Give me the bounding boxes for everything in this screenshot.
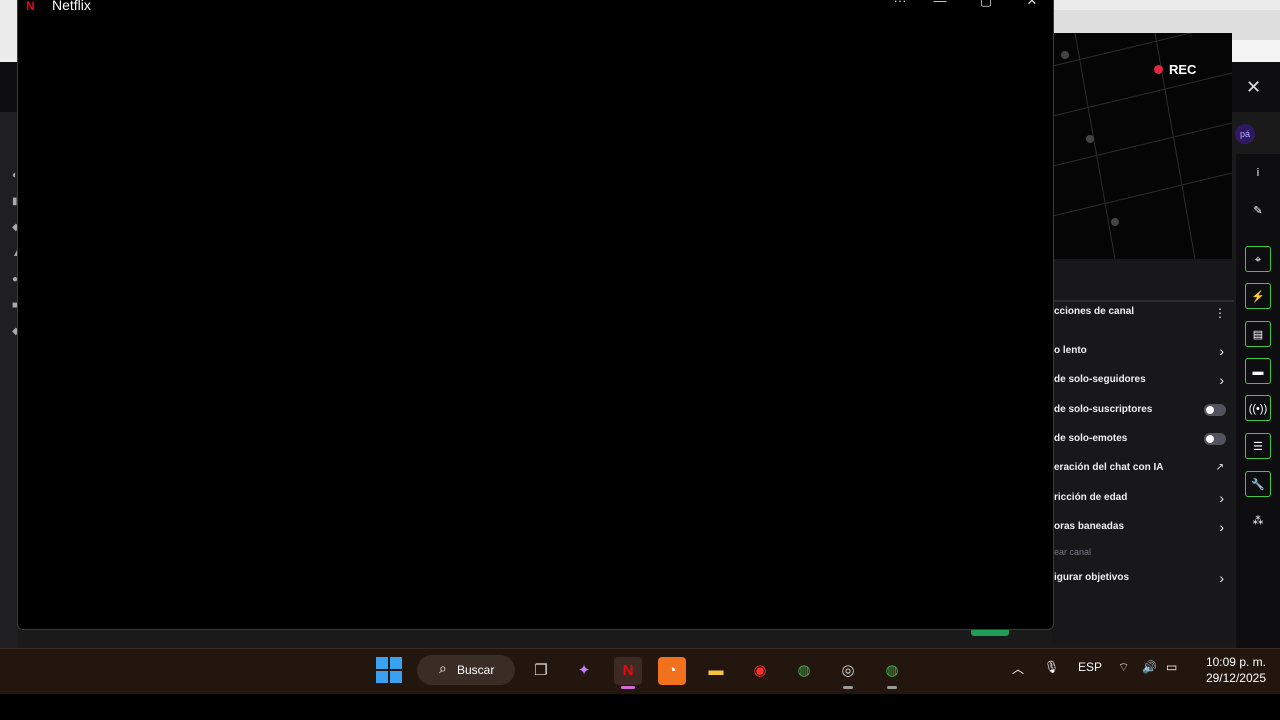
netflix-app-icon[interactable]: N	[614, 657, 642, 689]
more-options-icon[interactable]: ⋮	[1214, 306, 1226, 320]
copilot-icon[interactable]: ✦	[570, 657, 598, 685]
more-options-button[interactable]: ···	[880, 0, 920, 15]
chat-setting-label: igurar objetivos	[1054, 572, 1130, 583]
chevron-right-icon: ›	[1219, 343, 1224, 359]
toggle-switch[interactable]	[1204, 433, 1226, 445]
chat-setting-row[interactable]: o lento ›	[1054, 340, 1230, 362]
chevron-right-icon: ›	[1219, 372, 1224, 388]
chat-setting-row[interactable]: de solo-emotes	[1054, 428, 1230, 450]
close-window-button[interactable]: ✕	[1012, 0, 1052, 15]
info-icon[interactable]: i	[1245, 160, 1271, 186]
chat-setting-row[interactable]: igurar objetivos ›	[1054, 567, 1230, 589]
microphone-icon[interactable]: 🎙	[1044, 660, 1059, 674]
chat-setting-label: o lento	[1054, 345, 1087, 356]
chat-setting-row[interactable]: de solo-suscriptores	[1054, 399, 1230, 421]
windows-start-icon[interactable]	[376, 657, 402, 683]
chat-setting-row[interactable]: eración del chat con IA ↗	[1054, 457, 1230, 479]
clock-date: 29/12/2025	[1205, 671, 1266, 685]
wrench-icon[interactable]: 🔧	[1245, 471, 1271, 497]
chat-setting-label: ricción de edad	[1054, 492, 1128, 503]
language-indicator[interactable]: ESP	[1078, 660, 1102, 674]
pencil-icon[interactable]: ✎	[1245, 198, 1271, 224]
system-clock[interactable]: 10:09 p. m. 29/12/2025	[1196, 654, 1266, 686]
chat-setting-row[interactable]: de solo-seguidores ›	[1054, 369, 1230, 391]
chat-setting-label: eración del chat con IA	[1054, 462, 1164, 473]
focus-icon[interactable]: ⌖	[1245, 246, 1271, 272]
chrome-profile-icon[interactable]: ◍	[878, 657, 906, 689]
rec-label: REC	[1169, 62, 1197, 77]
volume-icon[interactable]: 🔊	[1142, 660, 1157, 674]
obs-studio-icon[interactable]: ◎	[834, 657, 862, 689]
clock-time: 10:09 p. m.	[1205, 655, 1266, 669]
chat-setting-label: de solo-emotes	[1054, 433, 1128, 444]
panel-title: cciones de canal	[1054, 306, 1135, 317]
avatar[interactable]: pá	[1235, 124, 1255, 144]
wifi-icon[interactable]: ⌔	[1118, 660, 1129, 675]
layout-icon[interactable]: ☰	[1245, 433, 1271, 459]
close-icon[interactable]: ✕	[1246, 77, 1261, 98]
search-label: Buscar	[457, 663, 495, 677]
chevron-right-icon: ›	[1219, 519, 1224, 535]
external-link-icon: ↗	[1215, 462, 1224, 473]
chrome-icon[interactable]: ◍	[790, 657, 818, 685]
record-dot-icon	[1154, 65, 1163, 74]
maximize-button[interactable]: ▢	[966, 0, 1006, 15]
chevron-right-icon: ›	[1219, 490, 1224, 506]
background-left-rail	[0, 112, 18, 648]
chat-setting-label: de solo-suscriptores	[1054, 404, 1153, 415]
chat-setting-row[interactable]: ear canal	[1054, 541, 1230, 563]
window-title: Netflix	[52, 0, 91, 13]
document-icon[interactable]: ▤	[1245, 321, 1271, 347]
search-icon: ⌕	[439, 660, 447, 676]
minimize-button[interactable]: —	[920, 0, 960, 15]
lightning-icon[interactable]: ⚡	[1245, 283, 1271, 309]
file-explorer-icon[interactable]: ▬	[702, 657, 730, 685]
broadcast-icon[interactable]: ((•))	[1245, 395, 1271, 421]
crunchyroll-icon[interactable]: ◔	[658, 657, 686, 685]
extensions-icon[interactable]: ⁂	[1245, 508, 1271, 534]
chevron-right-icon: ›	[1219, 570, 1224, 586]
show-hidden-icons-icon[interactable]: ︿	[1012, 660, 1024, 677]
chat-setting-label: oras baneadas	[1054, 521, 1125, 532]
rec-indicator: REC	[1154, 62, 1196, 77]
chat-setting-row[interactable]: oras baneadas ›	[1054, 516, 1230, 538]
chat-bubble-icon[interactable]: ▬	[1245, 358, 1271, 384]
task-view-icon[interactable]: ❐	[527, 657, 555, 685]
divider	[1052, 300, 1234, 302]
chat-setting-row[interactable]: ricción de edad ›	[1054, 487, 1230, 509]
screen-bottom-bar	[0, 694, 1280, 720]
toggle-switch[interactable]	[1204, 404, 1226, 416]
youtube-music-icon[interactable]: ◉	[746, 657, 774, 685]
chat-setting-label: ear canal	[1054, 547, 1092, 557]
chat-setting-label: de solo-seguidores	[1054, 374, 1146, 385]
battery-status-icon[interactable]: ▭	[1166, 660, 1177, 674]
netflix-window[interactable]: N Netflix ··· — ▢ ✕	[17, 0, 1054, 630]
window-titlebar[interactable]: N Netflix ··· — ▢ ✕	[18, 0, 1053, 19]
netflix-logo-icon: N	[26, 0, 35, 13]
